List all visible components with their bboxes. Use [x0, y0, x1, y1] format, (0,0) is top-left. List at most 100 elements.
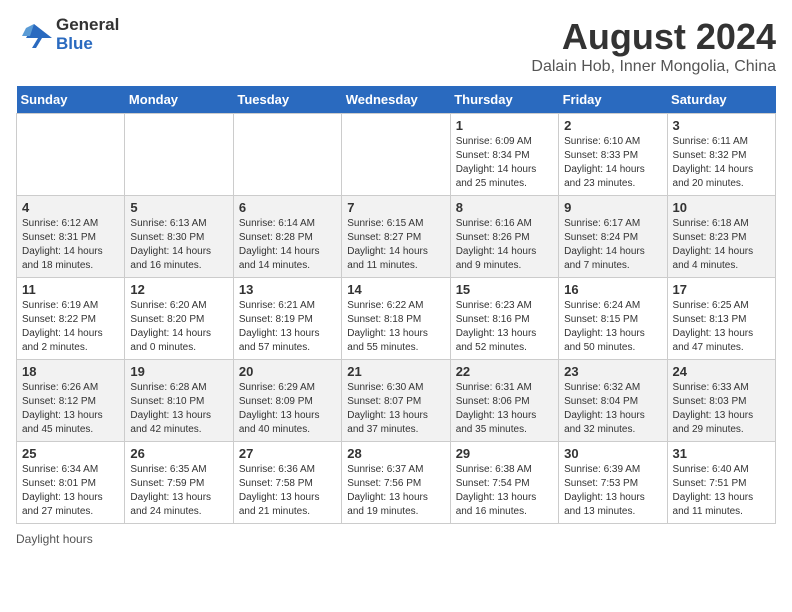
calendar-cell: 18 Sunrise: 6:26 AM Sunset: 8:12 PM Dayli…: [17, 360, 125, 442]
day-info: Sunrise: 6:37 AM Sunset: 7:56 PM Dayligh…: [347, 463, 444, 519]
day-number: 25: [22, 446, 119, 461]
day-number: 24: [673, 364, 770, 379]
day-info: Sunrise: 6:23 AM Sunset: 8:16 PM Dayligh…: [456, 299, 553, 355]
weekday-header-monday: Monday: [125, 86, 233, 114]
day-number: 26: [130, 446, 227, 461]
calendar-cell: [233, 114, 341, 196]
calendar-cell: 9Sunrise: 6:17 AM Sunset: 8:24 PM Daylig…: [559, 196, 667, 278]
calendar-cell: 8 Sunrise: 6:16 AM Sunset: 8:26 PM Daylig…: [450, 196, 558, 278]
day-number: 3: [673, 118, 770, 133]
calendar-cell: 30 Sunrise: 6:39 AM Sunset: 7:53 PM Dayli…: [559, 442, 667, 524]
day-info: Sunrise: 6:31 AM Sunset: 8:06 PM Dayligh…: [456, 381, 553, 437]
header: General Blue August 2024 Dalain Hob, Inn…: [16, 16, 776, 76]
day-info: Sunrise: 6:16 AM Sunset: 8:26 PM Dayligh…: [456, 217, 553, 273]
calendar-cell: 12Sunrise: 6:20 AM Sunset: 8:20 PM Dayli…: [125, 278, 233, 360]
calendar-cell: 15 Sunrise: 6:23 AM Sunset: 8:16 PM Dayli…: [450, 278, 558, 360]
day-info: Sunrise: 6:40 AM Sunset: 7:51 PM Dayligh…: [673, 463, 770, 519]
calendar-week-5: 25 Sunrise: 6:34 AM Sunset: 8:01 PM Dayli…: [17, 442, 776, 524]
calendar-week-4: 18 Sunrise: 6:26 AM Sunset: 8:12 PM Dayli…: [17, 360, 776, 442]
calendar-cell: 19Sunrise: 6:28 AM Sunset: 8:10 PM Dayli…: [125, 360, 233, 442]
day-info: Sunrise: 6:39 AM Sunset: 7:53 PM Dayligh…: [564, 463, 661, 519]
logo: General Blue: [16, 16, 119, 53]
weekday-header-tuesday: Tuesday: [233, 86, 341, 114]
logo-text: General Blue: [56, 16, 119, 53]
day-info: Sunrise: 6:29 AM Sunset: 8:09 PM Dayligh…: [239, 381, 336, 437]
day-number: 5: [130, 200, 227, 215]
day-info: Sunrise: 6:18 AM Sunset: 8:23 PM Dayligh…: [673, 217, 770, 273]
calendar-cell: [342, 114, 450, 196]
day-number: 4: [22, 200, 119, 215]
calendar-cell: 10 Sunrise: 6:18 AM Sunset: 8:23 PM Dayli…: [667, 196, 775, 278]
weekday-header-friday: Friday: [559, 86, 667, 114]
day-info: Sunrise: 6:36 AM Sunset: 7:58 PM Dayligh…: [239, 463, 336, 519]
day-info: Sunrise: 6:34 AM Sunset: 8:01 PM Dayligh…: [22, 463, 119, 519]
day-number: 15: [456, 282, 553, 297]
day-number: 30: [564, 446, 661, 461]
calendar-week-2: 4 Sunrise: 6:12 AM Sunset: 8:31 PM Daylig…: [17, 196, 776, 278]
day-number: 27: [239, 446, 336, 461]
day-number: 8: [456, 200, 553, 215]
day-number: 12: [130, 282, 227, 297]
calendar-cell: 27 Sunrise: 6:36 AM Sunset: 7:58 PM Dayli…: [233, 442, 341, 524]
day-number: 11: [22, 282, 119, 297]
calendar-cell: [17, 114, 125, 196]
day-info: Sunrise: 6:25 AM Sunset: 8:13 PM Dayligh…: [673, 299, 770, 355]
calendar-cell: 22Sunrise: 6:31 AM Sunset: 8:06 PM Dayli…: [450, 360, 558, 442]
day-info: Sunrise: 6:14 AM Sunset: 8:28 PM Dayligh…: [239, 217, 336, 273]
calendar-cell: 21 Sunrise: 6:30 AM Sunset: 8:07 PM Dayli…: [342, 360, 450, 442]
calendar-cell: 11 Sunrise: 6:19 AM Sunset: 8:22 PM Dayli…: [17, 278, 125, 360]
day-number: 21: [347, 364, 444, 379]
day-number: 23: [564, 364, 661, 379]
calendar-table: SundayMondayTuesdayWednesdayThursdayFrid…: [16, 86, 776, 524]
calendar-cell: 17 Sunrise: 6:25 AM Sunset: 8:13 PM Dayli…: [667, 278, 775, 360]
calendar-cell: 31Sunrise: 6:40 AM Sunset: 7:51 PM Dayli…: [667, 442, 775, 524]
page-title: August 2024: [531, 16, 776, 58]
day-info: Sunrise: 6:33 AM Sunset: 8:03 PM Dayligh…: [673, 381, 770, 437]
calendar-week-3: 11 Sunrise: 6:19 AM Sunset: 8:22 PM Dayli…: [17, 278, 776, 360]
weekday-header-sunday: Sunday: [17, 86, 125, 114]
calendar-cell: [125, 114, 233, 196]
day-number: 14: [347, 282, 444, 297]
title-section: August 2024 Dalain Hob, Inner Mongolia, …: [531, 16, 776, 76]
weekday-header-wednesday: Wednesday: [342, 86, 450, 114]
calendar-cell: 23 Sunrise: 6:32 AM Sunset: 8:04 PM Dayli…: [559, 360, 667, 442]
day-info: Sunrise: 6:13 AM Sunset: 8:30 PM Dayligh…: [130, 217, 227, 273]
calendar-cell: 20 Sunrise: 6:29 AM Sunset: 8:09 PM Dayli…: [233, 360, 341, 442]
calendar-cell: 13Sunrise: 6:21 AM Sunset: 8:19 PM Dayli…: [233, 278, 341, 360]
day-info: Sunrise: 6:12 AM Sunset: 8:31 PM Dayligh…: [22, 217, 119, 273]
day-number: 17: [673, 282, 770, 297]
day-info: Sunrise: 6:11 AM Sunset: 8:32 PM Dayligh…: [673, 135, 770, 191]
calendar-cell: 25 Sunrise: 6:34 AM Sunset: 8:01 PM Dayli…: [17, 442, 125, 524]
day-number: 6: [239, 200, 336, 215]
day-number: 29: [456, 446, 553, 461]
day-number: 13: [239, 282, 336, 297]
calendar-cell: 16Sunrise: 6:24 AM Sunset: 8:15 PM Dayli…: [559, 278, 667, 360]
calendar-cell: 26 Sunrise: 6:35 AM Sunset: 7:59 PM Dayli…: [125, 442, 233, 524]
calendar-cell: 28Sunrise: 6:37 AM Sunset: 7:56 PM Dayli…: [342, 442, 450, 524]
day-number: 7: [347, 200, 444, 215]
day-info: Sunrise: 6:15 AM Sunset: 8:27 PM Dayligh…: [347, 217, 444, 273]
day-info: Sunrise: 6:30 AM Sunset: 8:07 PM Dayligh…: [347, 381, 444, 437]
day-info: Sunrise: 6:38 AM Sunset: 7:54 PM Dayligh…: [456, 463, 553, 519]
calendar-cell: 4 Sunrise: 6:12 AM Sunset: 8:31 PM Daylig…: [17, 196, 125, 278]
day-info: Sunrise: 6:09 AM Sunset: 8:34 PM Dayligh…: [456, 135, 553, 191]
weekday-header-thursday: Thursday: [450, 86, 558, 114]
day-number: 16: [564, 282, 661, 297]
day-info: Sunrise: 6:35 AM Sunset: 7:59 PM Dayligh…: [130, 463, 227, 519]
logo-icon: [16, 20, 52, 50]
day-info: Sunrise: 6:26 AM Sunset: 8:12 PM Dayligh…: [22, 381, 119, 437]
page-subtitle: Dalain Hob, Inner Mongolia, China: [531, 58, 776, 76]
day-info: Sunrise: 6:32 AM Sunset: 8:04 PM Dayligh…: [564, 381, 661, 437]
day-info: Sunrise: 6:19 AM Sunset: 8:22 PM Dayligh…: [22, 299, 119, 355]
calendar-cell: 29 Sunrise: 6:38 AM Sunset: 7:54 PM Dayli…: [450, 442, 558, 524]
calendar-header-row: SundayMondayTuesdayWednesdayThursdayFrid…: [17, 86, 776, 114]
calendar-cell: 2Sunrise: 6:10 AM Sunset: 8:33 PM Daylig…: [559, 114, 667, 196]
calendar-cell: 6 Sunrise: 6:14 AM Sunset: 8:28 PM Daylig…: [233, 196, 341, 278]
footer-note: Daylight hours: [16, 532, 776, 546]
calendar-cell: 5 Sunrise: 6:13 AM Sunset: 8:30 PM Daylig…: [125, 196, 233, 278]
day-number: 10: [673, 200, 770, 215]
calendar-cell: 1Sunrise: 6:09 AM Sunset: 8:34 PM Daylig…: [450, 114, 558, 196]
day-number: 20: [239, 364, 336, 379]
day-number: 9: [564, 200, 661, 215]
day-number: 18: [22, 364, 119, 379]
